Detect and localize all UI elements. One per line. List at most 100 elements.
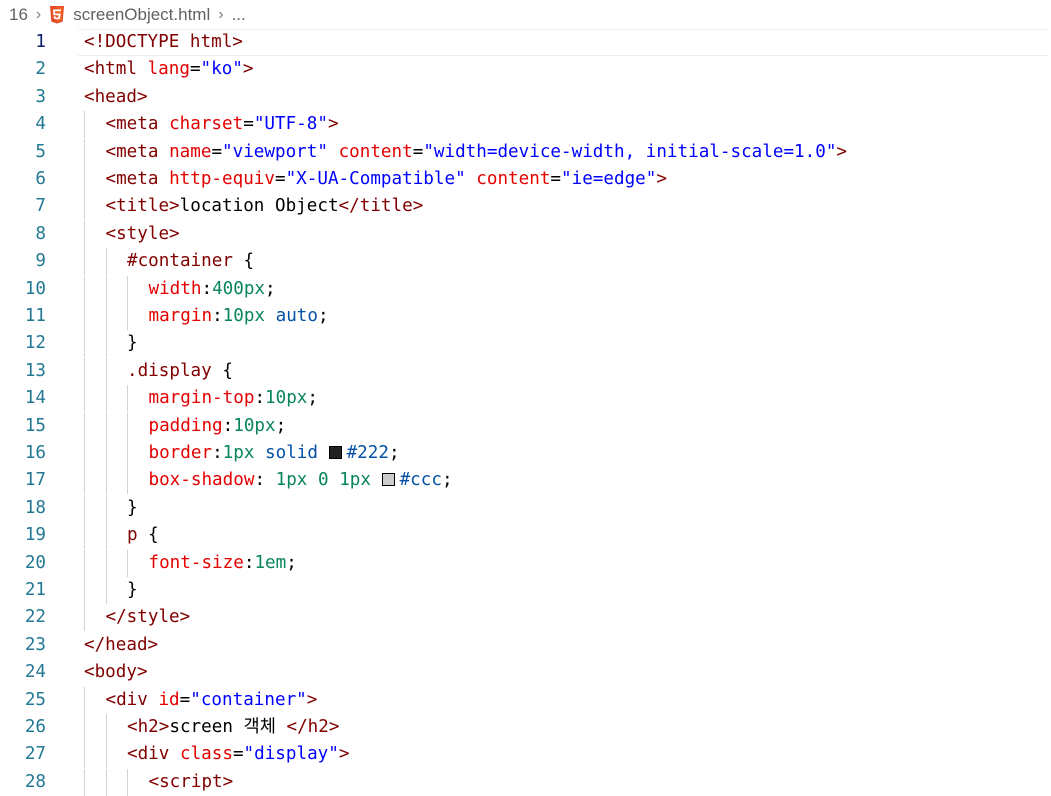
line-number: 2 xyxy=(35,59,46,80)
code-token: > xyxy=(338,744,350,765)
indent-guide xyxy=(84,303,85,330)
line-number: 20 xyxy=(24,552,46,573)
code-token: "ko" xyxy=(200,59,243,80)
code-token: { xyxy=(137,525,159,546)
code-line[interactable]: 19 p { xyxy=(0,522,1051,550)
code-line[interactable]: 15 padding:10px; xyxy=(0,412,1051,440)
code-token: : xyxy=(222,415,234,436)
breadcrumb-more[interactable]: ... xyxy=(232,5,246,25)
line-number: 21 xyxy=(24,580,46,600)
code-line[interactable]: 28 <script> xyxy=(0,768,1051,796)
code-token: ; xyxy=(388,443,400,463)
code-token: <body> xyxy=(84,662,148,683)
code-text: <style> xyxy=(106,221,180,248)
indent-guide xyxy=(105,385,107,413)
code-text: border:1px solid #222; xyxy=(149,440,400,467)
code-token: id xyxy=(158,689,180,710)
code-line[interactable]: 25 <div id="container"> xyxy=(0,686,1051,714)
code-token: 10px xyxy=(265,388,308,409)
code-line[interactable]: 8 <style> xyxy=(0,220,1051,248)
code-token: content xyxy=(338,141,413,162)
code-line[interactable]: 14 margin-top:10px; xyxy=(0,385,1051,413)
breadcrumb-file-name[interactable]: screenObject.html xyxy=(73,5,210,25)
indent-guide xyxy=(105,714,107,741)
indent-guide xyxy=(105,494,107,522)
code-token: #222 xyxy=(346,443,389,463)
indent-guide xyxy=(84,166,85,193)
code-line[interactable]: 13 .display { xyxy=(0,357,1051,385)
code-line[interactable]: 4 <meta charset="UTF-8"> xyxy=(0,111,1051,139)
code-token: auto xyxy=(275,306,318,326)
line-number: 9 xyxy=(35,251,46,272)
code-token: } xyxy=(127,497,138,518)
code-token: ; xyxy=(318,306,329,326)
indent-guide xyxy=(105,248,107,276)
code-token: = xyxy=(275,169,286,189)
code-token: > xyxy=(656,169,667,189)
indent-guide xyxy=(84,467,85,495)
code-token: "display" xyxy=(243,744,339,765)
code-text: margin:10px auto; xyxy=(149,303,329,330)
indent-guide xyxy=(84,741,85,769)
code-line[interactable]: 21} xyxy=(0,577,1051,604)
code-line[interactable]: 7 <title>location Object</title> xyxy=(0,193,1051,221)
code-text: margin-top:10px; xyxy=(149,385,319,412)
indent-guide xyxy=(105,357,107,385)
code-token: 400px xyxy=(212,278,266,299)
indent-guide xyxy=(84,440,85,467)
indent-guide xyxy=(84,714,85,741)
code-line[interactable]: 18} xyxy=(0,494,1051,522)
code-token: <meta xyxy=(105,169,170,189)
code-line[interactable]: 11 margin:10px auto; xyxy=(0,303,1051,330)
code-token: 10px xyxy=(233,415,276,436)
line-number: 11 xyxy=(24,306,46,326)
code-line[interactable]: 20 font-size:1em; xyxy=(0,549,1051,577)
code-line[interactable]: 24 <body> xyxy=(0,659,1051,686)
code-line[interactable]: 17 box-shadow: 1px 0 1px #ccc; xyxy=(0,467,1051,495)
code-line[interactable]: 5 <meta name="viewport" content="width=de… xyxy=(0,138,1051,166)
code-token: screen 객체 xyxy=(169,717,287,737)
code-text: padding:10px; xyxy=(149,413,287,440)
code-token: ; xyxy=(265,278,276,299)
code-token: </style> xyxy=(105,607,191,628)
code-text: </head> xyxy=(84,632,158,659)
code-token: <meta xyxy=(105,141,170,162)
code-line[interactable]: 27 <div class="display"> xyxy=(0,741,1051,769)
code-line[interactable]: 3 <head> xyxy=(0,84,1051,111)
code-line[interactable]: 10 width:400px; xyxy=(0,275,1051,303)
code-token: > xyxy=(306,689,318,710)
code-token: ; xyxy=(275,415,287,436)
indent-guide xyxy=(105,275,107,303)
code-line[interactable]: 2 <html lang="ko"> xyxy=(0,56,1051,83)
code-token: charset xyxy=(169,114,244,135)
code-line[interactable]: 16 border:1px solid #222; xyxy=(0,440,1051,467)
code-line[interactable]: 23 </head> xyxy=(0,632,1051,659)
breadcrumb-line-ref[interactable]: 16 xyxy=(9,5,28,25)
code-token: font-size xyxy=(148,552,244,573)
code-token: class xyxy=(179,744,233,765)
code-token: } xyxy=(127,580,138,600)
code-token: : xyxy=(212,306,223,326)
code-line[interactable]: 12} xyxy=(0,330,1051,358)
code-token: "viewport" xyxy=(222,141,328,162)
indent-guide xyxy=(127,440,128,467)
code-line[interactable]: 26 <h2>screen 객체 </h2> xyxy=(0,714,1051,741)
color-swatch-icon[interactable] xyxy=(328,446,342,459)
line-number: 26 xyxy=(24,717,46,737)
code-token: 10px xyxy=(222,306,266,326)
code-editor[interactable]: 1 <!DOCTYPE html> 2 <html lang="ko"> 3 <head>… xyxy=(0,29,1051,796)
code-line[interactable]: 1 <!DOCTYPE html> xyxy=(0,29,1051,56)
indent-guide xyxy=(127,467,128,495)
indent-guide xyxy=(105,522,107,550)
indent-guide xyxy=(105,768,107,796)
code-line[interactable]: 6 <meta http-equiv="X-UA-Compatible" cont… xyxy=(0,166,1051,193)
code-token: { xyxy=(211,360,233,381)
color-swatch-icon[interactable] xyxy=(381,473,395,487)
indent-guide xyxy=(105,330,107,358)
code-token: http-equiv xyxy=(169,169,275,189)
code-line[interactable]: 22 </style> xyxy=(0,604,1051,632)
indent-guide xyxy=(105,549,107,577)
code-line[interactable]: 9 #container { xyxy=(0,248,1051,276)
